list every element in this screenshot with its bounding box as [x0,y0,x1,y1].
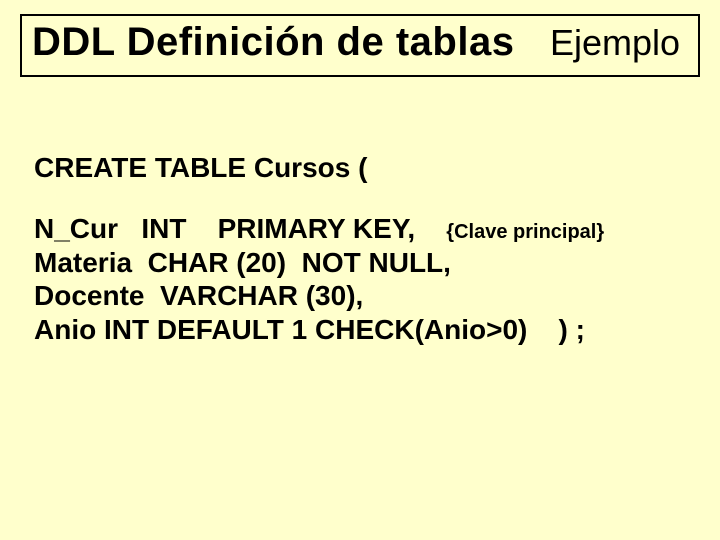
column-anio-line: Anio INT DEFAULT 1 CHECK(Anio>0) ) ; [34,313,686,347]
code-block: CREATE TABLE Cursos ( N_Cur INT PRIMARY … [34,152,686,346]
title-box: DDL Definición de tablas Ejemplo [20,14,700,77]
slide-subtitle: Ejemplo [550,22,688,64]
slide-title: DDL Definición de tablas [32,20,514,65]
column-docente-line: Docente VARCHAR (30), [34,279,686,313]
column-n-cur-comment: {Clave principal} [446,221,604,243]
column-n-cur-def: N_Cur INT PRIMARY KEY, [34,213,446,244]
column-materia-line: Materia CHAR (20) NOT NULL, [34,246,686,280]
column-n-cur-line: N_Cur INT PRIMARY KEY, {Clave principal} [34,212,686,246]
create-table-line: CREATE TABLE Cursos ( [34,152,686,184]
